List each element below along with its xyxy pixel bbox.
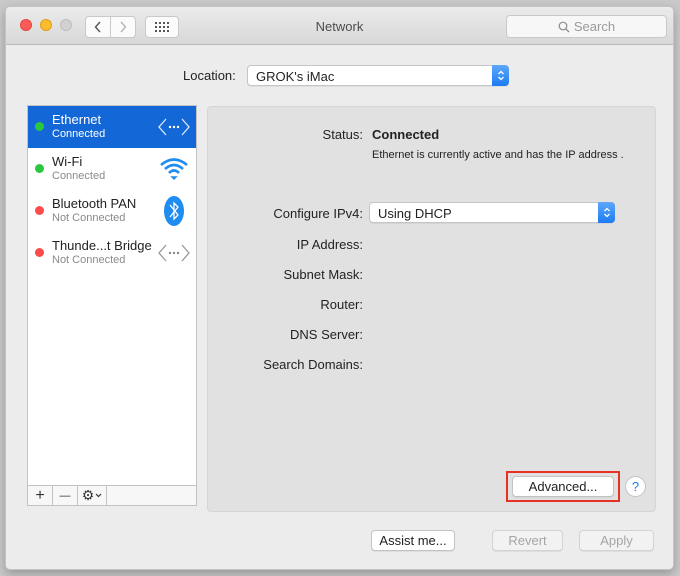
status-dot bbox=[35, 164, 44, 173]
service-item-ethernet[interactable]: Ethernet Connected bbox=[28, 106, 196, 148]
service-detail-panel: Status: Connected Ethernet is currently … bbox=[207, 106, 656, 512]
status-dot bbox=[35, 206, 44, 215]
service-name: Thunde...t Bridge bbox=[52, 238, 152, 253]
service-list-toolbar: + — ⚙ bbox=[28, 485, 196, 505]
ethernet-icon bbox=[158, 111, 190, 143]
dns-server-label: DNS Server: bbox=[290, 327, 363, 342]
status-dot bbox=[35, 248, 44, 257]
service-state: Not Connected bbox=[52, 212, 126, 224]
service-state: Connected bbox=[52, 170, 106, 182]
chevron-down-icon bbox=[95, 493, 102, 498]
location-row: Location: GROK's iMac bbox=[6, 65, 673, 87]
network-preferences-window: Network Search Location: GROK's iMac Eth… bbox=[5, 6, 674, 570]
service-state: Connected bbox=[52, 128, 106, 140]
service-name: Ethernet bbox=[52, 112, 102, 127]
router-label: Router: bbox=[320, 297, 363, 312]
service-item-bluetooth-pan[interactable]: Bluetooth PAN Not Connected bbox=[28, 190, 196, 232]
remove-service-button[interactable]: — bbox=[53, 486, 78, 505]
subnet-mask-label: Subnet Mask: bbox=[283, 267, 364, 282]
status-label: Status: bbox=[322, 127, 363, 142]
location-label: Location: bbox=[183, 68, 236, 83]
plus-icon: + bbox=[35, 486, 45, 504]
status-value: Connected bbox=[372, 127, 440, 142]
up-down-chevron-icon bbox=[603, 207, 610, 218]
up-down-chevron-icon bbox=[497, 70, 504, 81]
location-select[interactable]: GROK's iMac bbox=[247, 65, 509, 86]
ip-address-label: IP Address: bbox=[296, 237, 363, 252]
configure-ipv4-stepper[interactable] bbox=[598, 202, 615, 223]
revert-button[interactable]: Revert bbox=[492, 530, 563, 551]
search-field[interactable]: Search bbox=[506, 15, 667, 38]
configure-ipv4-label: Configure IPv4: bbox=[273, 206, 363, 221]
advanced-button[interactable]: Advanced... bbox=[512, 476, 614, 497]
network-service-list: Ethernet Connected Wi-Fi Connected Bluet… bbox=[27, 105, 197, 506]
search-icon bbox=[558, 21, 570, 32]
thunderbolt-bridge-icon bbox=[158, 237, 190, 269]
location-stepper[interactable] bbox=[492, 65, 509, 86]
status-description: Ethernet is currently active and has the… bbox=[372, 149, 624, 161]
search-domains-label: Search Domains: bbox=[263, 357, 363, 372]
action-menu-button[interactable]: ⚙ bbox=[78, 486, 107, 505]
configure-ipv4-value: Using DHCP bbox=[378, 206, 452, 221]
help-button[interactable]: ? bbox=[625, 476, 646, 497]
bluetooth-icon bbox=[158, 195, 190, 227]
status-dot bbox=[35, 122, 44, 131]
search-placeholder: Search bbox=[573, 19, 616, 34]
add-service-button[interactable]: + bbox=[28, 486, 53, 505]
service-state: Not Connected bbox=[52, 254, 126, 266]
assist-me-button[interactable]: Assist me... bbox=[371, 530, 455, 551]
service-item-thunderbolt-bridge[interactable]: Thunde...t Bridge Not Connected bbox=[28, 232, 196, 274]
minus-icon: — bbox=[59, 489, 71, 502]
configure-ipv4-select[interactable]: Using DHCP bbox=[369, 202, 615, 223]
wifi-icon bbox=[158, 153, 190, 185]
gear-icon: ⚙ bbox=[81, 487, 95, 503]
service-name: Wi-Fi bbox=[52, 154, 83, 169]
apply-button[interactable]: Apply bbox=[579, 530, 654, 551]
location-value: GROK's iMac bbox=[256, 69, 335, 84]
title-bar: Network Search bbox=[6, 7, 673, 45]
service-name: Bluetooth PAN bbox=[52, 196, 137, 211]
service-item-wifi[interactable]: Wi-Fi Connected bbox=[28, 148, 196, 190]
